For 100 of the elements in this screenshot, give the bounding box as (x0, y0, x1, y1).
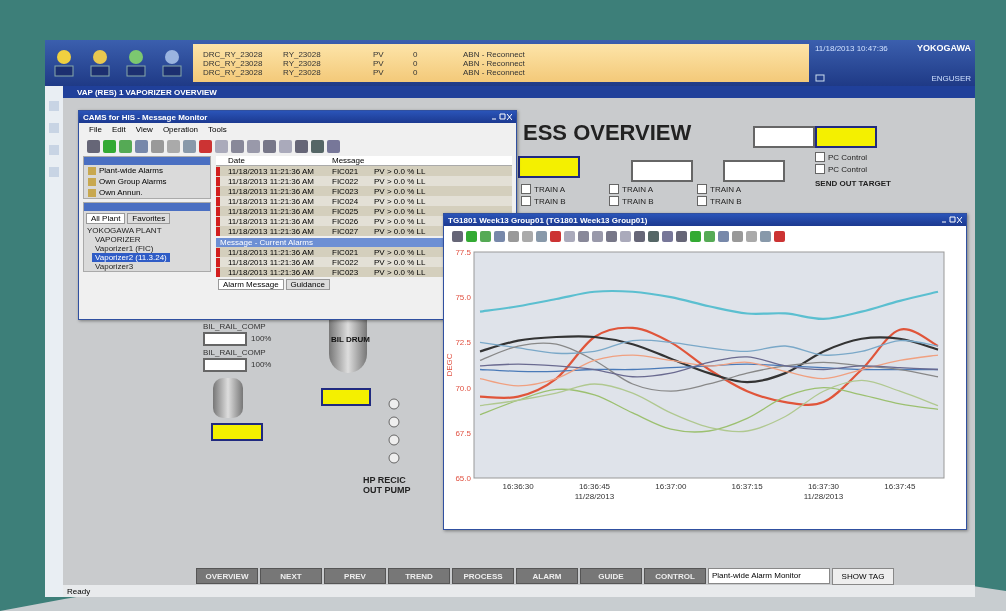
window-controls-icon[interactable] (490, 113, 512, 121)
nav-button[interactable]: ALARM (516, 568, 578, 584)
menu-item[interactable]: Tools (208, 125, 227, 134)
filter-item[interactable]: Own Annun. (99, 188, 143, 197)
tag-readout (211, 423, 263, 441)
filter-item[interactable]: Own Group Alarms (99, 177, 167, 186)
toolbar-icon[interactable] (550, 230, 561, 242)
percent-value: 100% (251, 360, 272, 369)
nav-button[interactable]: TREND (388, 568, 450, 584)
send-out-label: SEND OUT TARGET (815, 180, 891, 189)
toolbar-icon[interactable] (199, 139, 212, 153)
alarm-text: ABN - Reconnect (463, 58, 526, 68)
chat-icon (815, 74, 825, 83)
tag-readout (321, 388, 371, 406)
nav-button[interactable]: OVERVIEW (196, 568, 258, 584)
show-tag-button[interactable]: SHOW TAG (832, 567, 894, 585)
menu-item[interactable]: View (135, 125, 153, 134)
toolbar-icon[interactable] (494, 230, 505, 242)
table-cell-text: FIC023 (332, 267, 360, 277)
y-tick: 77.5 (455, 248, 471, 257)
train-label: TRAIN A (534, 184, 566, 194)
alarm-monitor-field[interactable]: Plant-wide Alarm Monitor (708, 568, 830, 584)
nav-button[interactable]: GUIDE (580, 568, 642, 584)
checkbox[interactable] (815, 164, 825, 174)
nav-button[interactable]: CONTROL (644, 568, 706, 584)
tree-tab[interactable]: Favorites (127, 213, 171, 224)
alarm-tag: DRC_RY_23028 (203, 58, 283, 68)
table-cell-text: PV > 0.0 % LL (374, 226, 427, 236)
filter-item[interactable]: Plant-wide Alarms (99, 166, 164, 175)
alarm-text: ABN - Reconnect (463, 49, 526, 59)
checkbox[interactable] (815, 152, 825, 162)
toolbar-icon[interactable] (662, 230, 673, 242)
menu-item[interactable]: Operation (162, 125, 199, 134)
table-cell-text: PV > 0.0 % LL (374, 196, 427, 206)
table-cell-text: PV > 0.0 % LL (374, 186, 427, 196)
checkbox[interactable] (697, 184, 707, 194)
table-cell-text: 11/18/2013 11:21:36 AM (228, 166, 315, 176)
window-controls-icon[interactable] (940, 216, 962, 224)
menu-item[interactable]: Edit (111, 125, 126, 134)
tag-label: BIL_RAIL_COMP (203, 322, 266, 331)
toolbar-icon[interactable] (311, 139, 324, 153)
y-tick: 65.0 (455, 474, 471, 483)
toolbar-icon[interactable] (295, 139, 308, 153)
menu-item[interactable]: File (89, 125, 102, 134)
alarm-unit: RY_23028 (283, 67, 322, 77)
tree-tab[interactable]: All Plant (86, 213, 126, 224)
table-cell-text: PV > 0.0 % LL (374, 257, 427, 267)
toolbar-icon[interactable] (634, 230, 645, 242)
toolbar-icon[interactable] (774, 230, 785, 242)
toolbar-icon[interactable] (718, 230, 729, 242)
table-cell-text: FIC025 (332, 206, 360, 216)
tree-item[interactable]: YOKOGAWA PLANT (84, 226, 165, 235)
nav-button[interactable]: PROCESS (452, 568, 514, 584)
alarm-cond: 0 (413, 67, 419, 77)
nav-button[interactable]: PREV (324, 568, 386, 584)
table-cell-text: 11/18/2013 11:21:36 AM (228, 186, 315, 196)
status-text: Ready (63, 585, 975, 597)
y-tick: 75.0 (455, 293, 471, 303)
tree-item[interactable]: Vaporizer1 (FIC) (92, 244, 157, 253)
alarm-text: ABN - Reconnect (463, 67, 526, 77)
checkbox[interactable] (697, 196, 707, 206)
toolbar-icon[interactable] (263, 139, 276, 153)
window-title: VAP (RES) 1 VAPORIZER OVERVIEW (63, 86, 975, 98)
table-cell-text: 11/18/2013 11:21:36 AM (228, 206, 315, 216)
checkbox[interactable] (609, 196, 619, 206)
pump-icon (388, 398, 400, 410)
train-label: TRAIN A (622, 184, 654, 194)
toolbar-icon[interactable] (452, 230, 463, 242)
alarm-cond: 0 (413, 58, 419, 68)
tree-item[interactable]: Vaporizer3 (92, 262, 137, 271)
axis-label: DEGC (445, 353, 454, 377)
date-time: 11/18/2013 10:47:36 (815, 43, 888, 53)
toolbar-icon[interactable] (327, 139, 340, 153)
toolbar-icon[interactable] (648, 230, 659, 242)
tree-item[interactable]: Vaporizer2 (11.3.24) (92, 253, 170, 262)
alarm-item: PV (373, 67, 385, 77)
alarm-item: PV (373, 58, 385, 68)
toolbar-icon[interactable] (606, 230, 617, 242)
pump-icon (388, 434, 400, 446)
table-cell-text: PV > 0.0 % LL (374, 206, 427, 216)
toolbar-icon[interactable] (87, 139, 100, 153)
x-tick: 16:37:15 (731, 482, 763, 491)
checkbox[interactable] (609, 184, 619, 194)
toolbar-icon[interactable] (676, 230, 687, 242)
tag-label: BIL_RAIL_COMP (203, 348, 266, 357)
table-cell-text: PV > 0.0 % LL (374, 267, 427, 277)
window-title: TG1801 Week13 Group01 (TG1801 Week13 Group01) (448, 215, 648, 225)
checkbox[interactable] (521, 196, 531, 206)
alarm-unit: RY_23028 (283, 58, 322, 68)
x-tick: 16:37:45 (884, 482, 916, 491)
checkbox[interactable] (521, 184, 531, 194)
table-cell-text: FIC022 (332, 176, 360, 186)
nav-button[interactable]: NEXT (260, 568, 322, 584)
overview-heading: ESS OVERVIEW (523, 120, 692, 146)
message-tab[interactable]: Guidance (285, 279, 330, 290)
brand-logo: YOKOGAWA (917, 43, 971, 53)
tree-item[interactable]: VAPORIZER (92, 235, 144, 244)
checkbox-label: PC Control (828, 152, 868, 162)
y-tick: 70.0 (455, 383, 471, 393)
message-tab[interactable]: Alarm Message (218, 279, 284, 290)
